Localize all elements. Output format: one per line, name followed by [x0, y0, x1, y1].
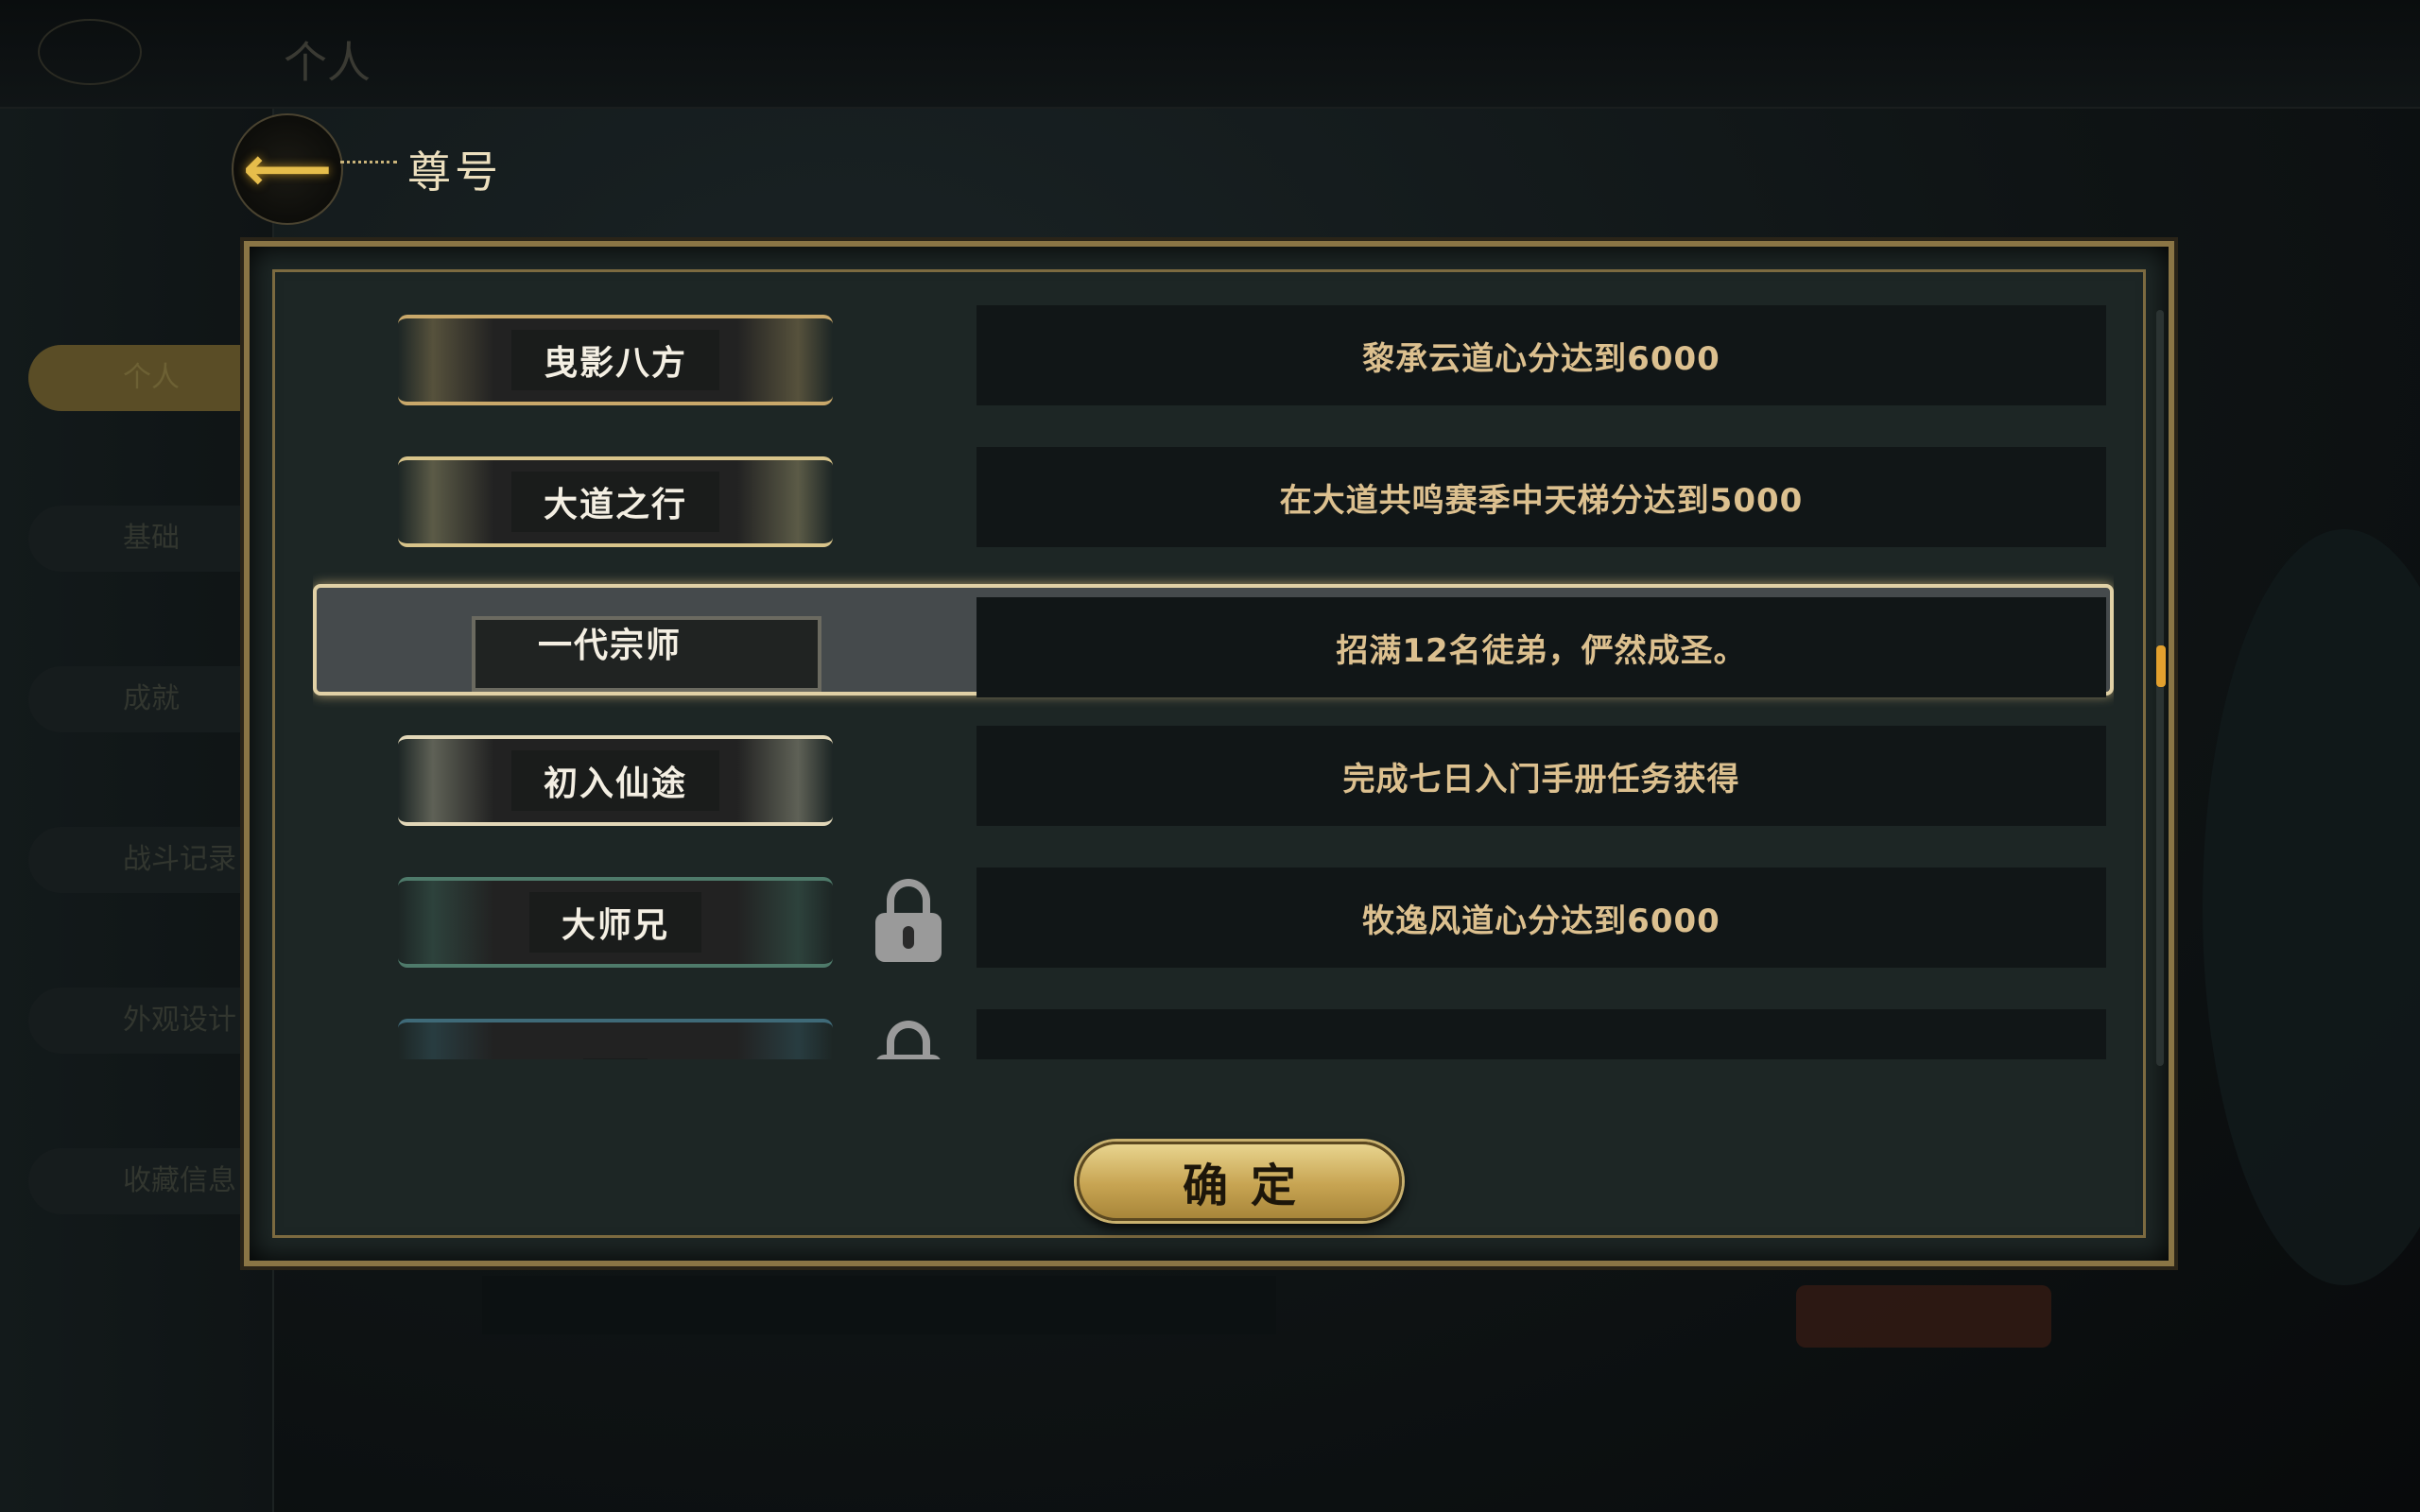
- title-name: 一代宗师: [537, 627, 682, 665]
- title-condition: [977, 1009, 2106, 1059]
- dialog-inner-frame: 曳影八方 黎承云道心分达到6000 大道之行 在大道共鸣赛季中天梯分达到5000 一代宗…: [272, 269, 2166, 1238]
- background-sidebar: 个人 基础 成就 战斗记录 外观设计 收藏信息: [0, 109, 274, 1512]
- back-arrow-icon: ⟵: [242, 132, 333, 205]
- title-condition: 招满12名徒弟，俨然成圣。: [977, 597, 2106, 697]
- title-badge: 大师兄: [398, 877, 833, 968]
- background-side-item: 基础: [28, 506, 246, 572]
- lock-icon: [875, 1021, 942, 1059]
- background-side-item: 外观设计: [28, 988, 246, 1054]
- title-row[interactable]: 曳影八方 黎承云道心分达到6000: [313, 305, 2114, 417]
- title-row[interactable]: 大师兄 牧逸风道心分达到6000: [313, 868, 2114, 979]
- title-name: 大道之行: [510, 472, 719, 532]
- scrollbar-thumb[interactable]: [2156, 645, 2166, 687]
- dialog-header: ⟵ 尊号: [232, 113, 629, 227]
- title-badge: 一代宗师: [392, 597, 827, 692]
- title-select-dialog: 曳影八方 黎承云道心分达到6000 大道之行 在大道共鸣赛季中天梯分达到5000 一代宗…: [244, 241, 2174, 1266]
- scrollbar-track[interactable]: [2156, 310, 2164, 1066]
- title-condition: 牧逸风道心分达到6000: [977, 868, 2106, 968]
- background-top-bar: 个人: [0, 0, 2420, 109]
- background-side-item: 收藏信息: [28, 1148, 246, 1214]
- title-row[interactable]: 初入仙途 完成七日入门手册任务获得: [313, 726, 2114, 837]
- title-row[interactable]: [313, 1009, 2114, 1059]
- title-badge: 初入仙途: [398, 735, 833, 826]
- title-name: 大师兄: [528, 892, 701, 953]
- background-back-icon: [38, 19, 142, 85]
- title-row[interactable]: 一代宗师 招满12名徒弟，俨然成圣。: [313, 584, 2114, 697]
- title-name: 曳影八方: [510, 330, 719, 390]
- page-title: 尊号: [407, 146, 502, 198]
- title-condition: 完成七日入门手册任务获得: [977, 726, 2106, 826]
- confirm-button[interactable]: 确定: [1077, 1142, 1402, 1221]
- title-name: [583, 1058, 648, 1059]
- background-side-item: 个人: [28, 345, 246, 411]
- header-divider: [340, 161, 397, 176]
- lock-icon: [875, 879, 942, 962]
- title-name: 初入仙途: [510, 750, 719, 811]
- background-bottom-bar: [482, 1276, 1276, 1334]
- title-list[interactable]: 曳影八方 黎承云道心分达到6000 大道之行 在大道共鸣赛季中天梯分达到5000 一代宗…: [313, 305, 2114, 1059]
- background-title: 个人: [284, 37, 371, 88]
- badge-ornament: [398, 1019, 833, 1059]
- title-badge: [398, 1019, 833, 1059]
- background-bottom-button: [1796, 1285, 2051, 1348]
- background-side-item: 战斗记录: [28, 827, 246, 893]
- background-side-item: 成就: [28, 666, 246, 732]
- title-condition: 黎承云道心分达到6000: [977, 305, 2106, 405]
- title-badge: 曳影八方: [398, 315, 833, 405]
- title-condition: 在大道共鸣赛季中天梯分达到5000: [977, 447, 2106, 547]
- title-row[interactable]: 大道之行 在大道共鸣赛季中天梯分达到5000: [313, 447, 2114, 558]
- back-button[interactable]: ⟵: [232, 113, 343, 225]
- title-badge: 大道之行: [398, 456, 833, 547]
